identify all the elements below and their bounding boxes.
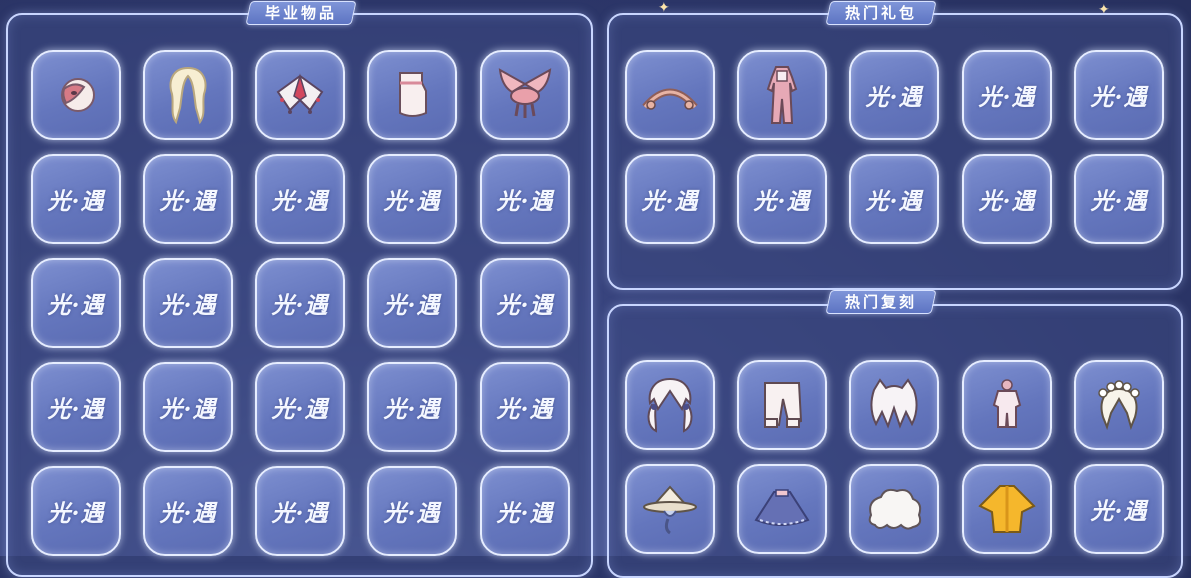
- sky-logo-placeholder: 光·遇: [383, 396, 441, 423]
- boots-icon: [392, 69, 432, 121]
- hot-gifts-title: 热门礼包: [825, 1, 937, 25]
- yellow-cape-icon: [976, 482, 1038, 536]
- gift-pack-slot[interactable]: 光·遇: [1074, 50, 1164, 140]
- sky-logo-placeholder: 光·遇: [496, 292, 554, 319]
- reprint-item-slot[interactable]: [625, 464, 715, 554]
- pants-icon: [757, 377, 807, 433]
- sky-logo-placeholder: 光·遇: [865, 188, 923, 215]
- cat-ear-hair-icon: [864, 378, 924, 432]
- reprint-item-slot[interactable]: [737, 464, 827, 554]
- sky-logo-placeholder: 光·遇: [271, 292, 329, 319]
- reprint-item-slot[interactable]: [962, 360, 1052, 450]
- graduation-item-slot[interactable]: 光·遇: [480, 362, 570, 452]
- sky-logo-placeholder: 光·遇: [47, 292, 105, 319]
- graduation-item-slot[interactable]: 光·遇: [255, 154, 345, 244]
- graduation-items-title: 毕业物品: [245, 1, 357, 25]
- graduation-item-slot[interactable]: 光·遇: [143, 466, 233, 556]
- sky-logo-placeholder: 光·遇: [271, 396, 329, 423]
- graduation-item-slot[interactable]: [143, 50, 233, 140]
- graduation-item-slot[interactable]: [367, 50, 457, 140]
- sky-logo-placeholder: 光·遇: [159, 188, 217, 215]
- sky-logo-placeholder: 光·遇: [496, 188, 554, 215]
- gift-pack-slot[interactable]: 光·遇: [625, 154, 715, 244]
- graduation-item-slot[interactable]: 光·遇: [31, 466, 121, 556]
- sky-logo-placeholder: 光·遇: [383, 500, 441, 527]
- graduation-item-slot[interactable]: 光·遇: [255, 466, 345, 556]
- twin-tail-hair-icon: [640, 375, 700, 435]
- sky-logo-placeholder: 光·遇: [47, 396, 105, 423]
- sky-logo-placeholder: 光·遇: [271, 500, 329, 527]
- graduation-item-slot[interactable]: 光·遇: [480, 258, 570, 348]
- graduation-item-slot[interactable]: 光·遇: [143, 258, 233, 348]
- gift-pack-slot[interactable]: 光·遇: [962, 154, 1052, 244]
- winged-headpiece-icon: [494, 66, 556, 124]
- reprint-item-slot[interactable]: [849, 360, 939, 450]
- graduation-item-slot[interactable]: 光·遇: [31, 258, 121, 348]
- graduation-item-slot[interactable]: [255, 50, 345, 140]
- graduation-item-slot[interactable]: 光·遇: [367, 362, 457, 452]
- graduation-item-slot[interactable]: 光·遇: [367, 258, 457, 348]
- graduation-item-slot[interactable]: 光·遇: [31, 154, 121, 244]
- sky-logo-placeholder: 光·遇: [1090, 498, 1148, 525]
- sky-logo-placeholder: 光·遇: [1090, 188, 1148, 215]
- graduation-item-slot[interactable]: [31, 50, 121, 140]
- sky-logo-placeholder: 光·遇: [1090, 84, 1148, 111]
- gift-pack-slot[interactable]: 光·遇: [849, 50, 939, 140]
- graduation-item-slot[interactable]: 光·遇: [255, 362, 345, 452]
- reprint-item-slot[interactable]: [1074, 360, 1164, 450]
- gift-pack-slot[interactable]: [737, 50, 827, 140]
- graduation-item-slot[interactable]: 光·遇: [255, 258, 345, 348]
- sky-logo-placeholder: 光·遇: [159, 500, 217, 527]
- small-outfit-icon: [988, 377, 1026, 433]
- graduation-item-slot[interactable]: 光·遇: [143, 362, 233, 452]
- outfit-icon: [762, 63, 802, 127]
- gift-pack-slot[interactable]: 光·遇: [1074, 154, 1164, 244]
- sky-logo-placeholder: 光·遇: [865, 84, 923, 111]
- graduation-item-slot[interactable]: 光·遇: [367, 466, 457, 556]
- sky-logo-placeholder: 光·遇: [271, 188, 329, 215]
- graduation-item-slot[interactable]: 光·遇: [480, 154, 570, 244]
- sky-logo-placeholder: 光·遇: [496, 396, 554, 423]
- headband-icon: [639, 75, 701, 115]
- reprint-item-slot[interactable]: [625, 360, 715, 450]
- gift-pack-slot[interactable]: 光·遇: [962, 50, 1052, 140]
- sky-logo-placeholder: 光·遇: [496, 500, 554, 527]
- sky-logo-placeholder: 光·遇: [753, 188, 811, 215]
- sky-logo-placeholder: 光·遇: [641, 188, 699, 215]
- reprint-item-slot[interactable]: 光·遇: [1074, 464, 1164, 554]
- straw-hat-icon: [640, 481, 700, 537]
- long-hair-icon: [162, 64, 214, 126]
- reprint-item-slot[interactable]: [962, 464, 1052, 554]
- gift-pack-slot[interactable]: 光·遇: [737, 154, 827, 244]
- sky-logo-placeholder: 光·遇: [383, 188, 441, 215]
- sky-logo-placeholder: 光·遇: [383, 292, 441, 319]
- sky-logo-placeholder: 光·遇: [47, 500, 105, 527]
- sky-logo-placeholder: 光·遇: [978, 84, 1036, 111]
- reprint-item-slot[interactable]: [737, 360, 827, 450]
- gift-pack-slot[interactable]: [625, 50, 715, 140]
- blue-cape-icon: [752, 486, 812, 532]
- flower-crown-hair-icon: [1091, 377, 1147, 433]
- graduation-item-slot[interactable]: 光·遇: [367, 154, 457, 244]
- gift-pack-slot[interactable]: 光·遇: [849, 154, 939, 244]
- mask-icon: [54, 73, 98, 117]
- cape-icon: [272, 70, 328, 120]
- hot-reprints-title: 热门复刻: [825, 290, 937, 314]
- sky-logo-placeholder: 光·遇: [978, 188, 1036, 215]
- graduation-item-slot[interactable]: [480, 50, 570, 140]
- sky-logo-placeholder: 光·遇: [159, 292, 217, 319]
- sky-logo-placeholder: 光·遇: [47, 188, 105, 215]
- graduation-item-slot[interactable]: 光·遇: [480, 466, 570, 556]
- reprint-item-slot[interactable]: [849, 464, 939, 554]
- sky-logo-placeholder: 光·遇: [159, 396, 217, 423]
- graduation-item-slot[interactable]: 光·遇: [31, 362, 121, 452]
- graduation-item-slot[interactable]: 光·遇: [143, 154, 233, 244]
- curly-hair-icon: [863, 485, 925, 533]
